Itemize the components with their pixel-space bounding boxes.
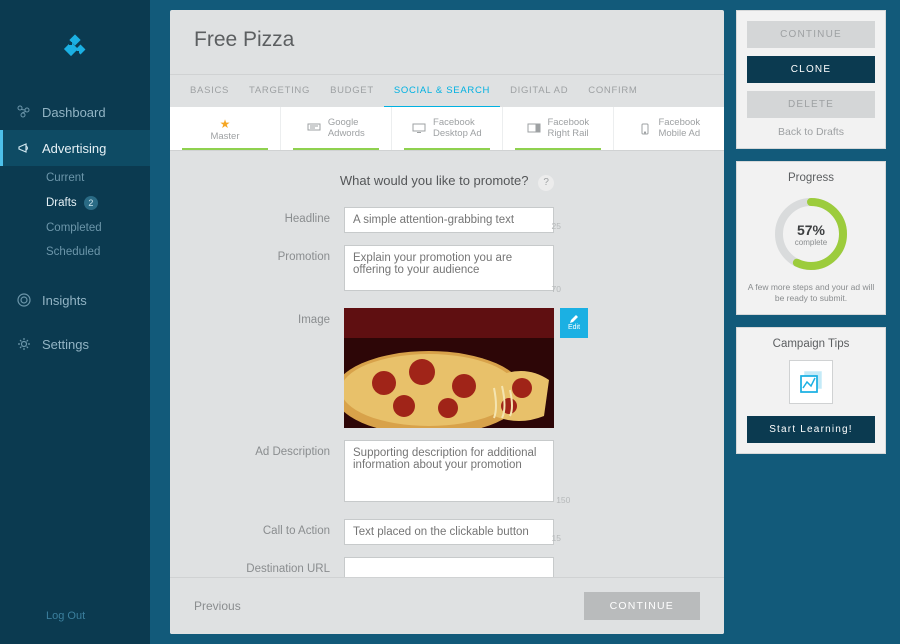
mobile-icon — [638, 123, 652, 133]
promotion-input[interactable] — [344, 245, 554, 291]
tab-l1: Facebook — [547, 117, 589, 128]
cta-label: Call to Action — [194, 519, 344, 537]
tab-master[interactable]: ★ Master — [170, 107, 281, 150]
step-targeting[interactable]: TARGETING — [239, 75, 320, 107]
tips-title: Campaign Tips — [747, 338, 875, 350]
brand-logo — [52, 24, 98, 70]
cta-counter: 15 — [551, 533, 560, 543]
step-basics[interactable]: BASICS — [180, 75, 239, 107]
start-learning-button[interactable]: Start Learning! — [747, 416, 875, 443]
drafts-badge: 2 — [84, 196, 98, 210]
tab-l1: Facebook — [658, 117, 700, 128]
image-label: Image — [194, 308, 344, 326]
progress-ring: 57% complete — [771, 194, 851, 274]
actions-panel: CONTINUE CLONE DELETE Back to Drafts — [736, 10, 886, 149]
tab-l2: Mobile Ad — [658, 128, 700, 139]
subnav-drafts[interactable]: Drafts 2 — [0, 190, 150, 216]
tab-l2: Desktop Ad — [433, 128, 482, 139]
adwords-icon — [307, 123, 321, 133]
tab-google-adwords[interactable]: Google Adwords — [281, 107, 392, 150]
insights-icon — [16, 292, 32, 308]
step-social-search[interactable]: SOCIAL & SEARCH — [384, 75, 500, 107]
settings-icon — [16, 336, 32, 352]
tab-l1: Facebook — [433, 117, 482, 128]
step-confirm[interactable]: CONFIRM — [578, 75, 647, 107]
tips-panel: Campaign Tips Start Learning! — [736, 327, 886, 454]
step-tabs: BASICS TARGETING BUDGET SOCIAL & SEARCH … — [170, 74, 724, 107]
form-footer: Previous CONTINUE — [170, 577, 724, 634]
progress-pct-label: complete — [795, 238, 827, 247]
dashboard-icon — [16, 104, 32, 120]
tab-fb-desktop[interactable]: Facebook Desktop Ad — [392, 107, 503, 150]
desc-input[interactable] — [344, 440, 554, 502]
page-title: Free Pizza — [170, 10, 724, 52]
continue-action-button[interactable]: CONTINUE — [747, 21, 875, 48]
image-edit-button[interactable]: Edit — [560, 308, 588, 338]
pizza-image — [344, 308, 554, 428]
form-prompt: What would you like to promote? ? — [194, 173, 700, 191]
desc-counter: 150 — [556, 495, 570, 505]
star-icon: ★ — [220, 117, 231, 131]
url-label: Destination URL — [194, 557, 344, 575]
logout-link[interactable]: Log Out — [46, 610, 85, 622]
progress-note: A few more steps and your ad will be rea… — [747, 282, 875, 304]
progress-title: Progress — [747, 172, 875, 184]
clone-button[interactable]: CLONE — [747, 56, 875, 83]
tab-l2: Adwords — [328, 128, 365, 139]
headline-input[interactable] — [344, 207, 554, 233]
nav-insights[interactable]: Insights — [0, 282, 150, 318]
nav-label: Dashboard — [42, 105, 106, 120]
cta-input[interactable] — [344, 519, 554, 545]
nav-advertising[interactable]: Advertising — [0, 130, 150, 166]
tab-fb-mobile[interactable]: Facebook Mobile Ad — [614, 107, 724, 150]
headline-label: Headline — [194, 207, 344, 225]
ad-form: What would you like to promote? ? Headli… — [170, 151, 724, 613]
pencil-icon — [569, 314, 579, 324]
tab-l1: Google — [328, 117, 365, 128]
continue-button[interactable]: CONTINUE — [584, 592, 700, 620]
main-panel: Free Pizza BASICS TARGETING BUDGET SOCIA… — [170, 10, 724, 634]
progress-pct: 57% — [797, 222, 825, 238]
promotion-label: Promotion — [194, 245, 344, 263]
back-to-drafts-link[interactable]: Back to Drafts — [747, 126, 875, 138]
nav-label: Insights — [42, 293, 87, 308]
tab-fb-rightrail[interactable]: Facebook Right Rail — [503, 107, 614, 150]
promotion-counter: 70 — [551, 284, 560, 294]
headline-counter: 25 — [551, 221, 560, 231]
subnav-current[interactable]: Current — [0, 166, 150, 190]
nav-dashboard[interactable]: Dashboard — [0, 94, 150, 130]
help-icon[interactable]: ? — [538, 175, 554, 191]
tab-l2: Right Rail — [547, 128, 589, 139]
subnav-completed[interactable]: Completed — [0, 216, 150, 240]
subnav-scheduled[interactable]: Scheduled — [0, 240, 150, 264]
step-budget[interactable]: BUDGET — [320, 75, 384, 107]
tab-label: Master — [174, 131, 276, 142]
platform-tabs: ★ Master Google Adwords Facebook Desktop… — [170, 107, 724, 151]
rightrail-icon — [527, 123, 541, 133]
desc-label: Ad Description — [194, 440, 344, 458]
step-digital-ad[interactable]: DIGITAL AD — [500, 75, 578, 107]
progress-panel: Progress 57% complete A few more steps a… — [736, 161, 886, 315]
desktop-icon — [412, 123, 426, 133]
nav-label: Settings — [42, 337, 89, 352]
nav-settings[interactable]: Settings — [0, 326, 150, 362]
previous-button[interactable]: Previous — [194, 599, 241, 613]
subnav-label: Drafts — [46, 197, 77, 209]
right-column: CONTINUE CLONE DELETE Back to Drafts Pro… — [736, 10, 886, 454]
ad-image-preview — [344, 308, 554, 428]
tips-icon — [789, 360, 833, 404]
delete-button[interactable]: DELETE — [747, 91, 875, 118]
sidebar: Dashboard Advertising Current Drafts 2 C… — [0, 0, 150, 644]
nav-label: Advertising — [42, 141, 106, 156]
advertising-icon — [16, 140, 32, 156]
